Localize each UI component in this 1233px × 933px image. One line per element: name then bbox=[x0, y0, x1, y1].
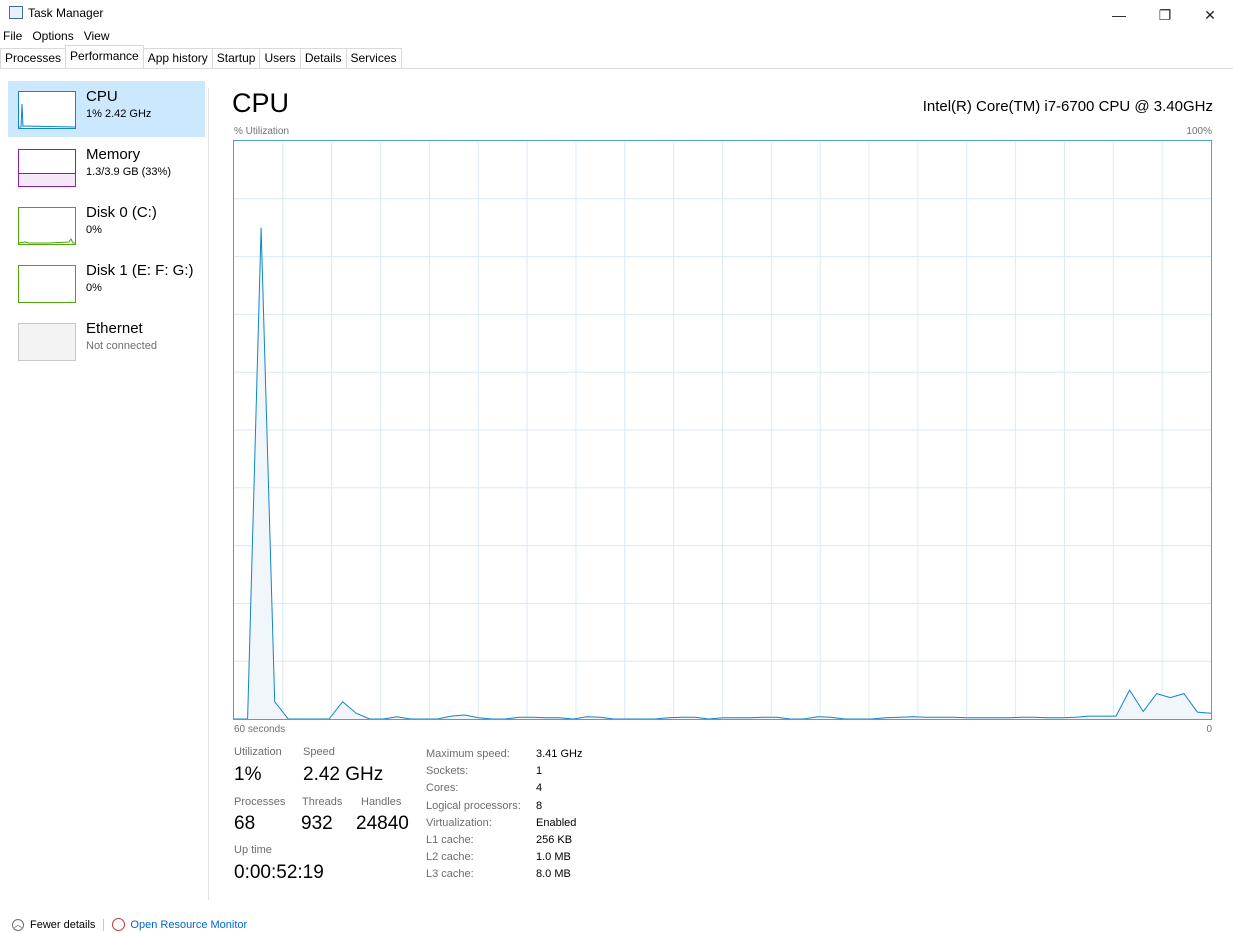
handles-value: 24840 bbox=[356, 813, 409, 834]
sidebar-item-title: Disk 0 (C:) bbox=[86, 204, 157, 221]
sidebar-item-subtitle: Not connected bbox=[86, 340, 157, 352]
footer-separator bbox=[103, 918, 105, 931]
tab-details[interactable]: Details bbox=[299, 48, 347, 68]
sidebar-item-cpu[interactable]: CPU 1% 2.42 GHz bbox=[8, 81, 205, 137]
menu-view[interactable]: View bbox=[84, 29, 110, 45]
disk0-thumbnail bbox=[18, 207, 76, 245]
minimize-button[interactable]: — bbox=[1096, 0, 1142, 30]
cpu-model-name: Intel(R) Core(TM) i7-6700 CPU @ 3.40GHz bbox=[922, 98, 1213, 115]
speed-value: 2.42 GHz bbox=[303, 764, 384, 785]
footer: ︿ Fewer details Open Resource Monitor bbox=[12, 918, 247, 931]
tab-app-history[interactable]: App history bbox=[142, 48, 213, 68]
window-title: Task Manager bbox=[28, 6, 104, 20]
threads-label: Threads bbox=[302, 796, 343, 808]
spec-label: Virtualization: bbox=[426, 816, 492, 829]
y-max-label: 100% bbox=[1186, 126, 1212, 137]
menu-options[interactable]: Options bbox=[32, 29, 73, 45]
x-axis-right-label: 0 bbox=[1206, 724, 1212, 735]
spec-value: 1 bbox=[536, 765, 543, 778]
spec-label: L2 cache: bbox=[426, 851, 474, 864]
resource-monitor-icon bbox=[112, 918, 126, 931]
sidebar-item-ethernet[interactable]: Ethernet Not connected bbox=[8, 313, 205, 369]
cpu-chart-svg bbox=[234, 141, 1211, 719]
spec-label: L3 cache: bbox=[426, 868, 474, 881]
spec-value: 256 KB bbox=[536, 834, 573, 847]
restore-button[interactable]: ❐ bbox=[1142, 0, 1188, 30]
tab-services[interactable]: Services bbox=[345, 48, 402, 68]
close-button[interactable]: ✕ bbox=[1187, 0, 1233, 30]
y-axis-label: % Utilization bbox=[234, 126, 290, 137]
processes-label: Processes bbox=[234, 796, 286, 808]
tab-strip: Processes Performance App history Startu… bbox=[0, 45, 402, 69]
cpu-specs-values: 3.41 GHz 1 4 8 Enabled 256 KB 1.0 MB 8.0… bbox=[536, 746, 582, 884]
spec-label: L1 cache: bbox=[426, 834, 474, 847]
sidebar-item-title: Memory bbox=[86, 146, 141, 163]
open-resource-monitor-link[interactable]: Open Resource Monitor bbox=[130, 919, 247, 931]
utilization-value: 1% bbox=[234, 764, 262, 785]
spec-value: 8.0 MB bbox=[536, 868, 571, 881]
sidebar-item-disk0[interactable]: Disk 0 (C:) 0% bbox=[8, 197, 205, 253]
utilization-label: Utilization bbox=[234, 746, 282, 758]
cpu-thumbnail bbox=[18, 91, 76, 129]
tab-divider bbox=[0, 68, 1233, 69]
sidebar-item-title: Disk 1 (E: F: G:) bbox=[86, 262, 194, 279]
cpu-specs-labels: Maximum speed: Sockets: Cores: Logical p… bbox=[426, 746, 521, 884]
spec-label: Maximum speed: bbox=[426, 748, 510, 760]
spec-value: 3.41 GHz bbox=[536, 748, 583, 760]
handles-label: Handles bbox=[361, 796, 402, 808]
spec-label: Cores: bbox=[426, 782, 459, 795]
sidebar-item-subtitle: 0% bbox=[86, 282, 102, 294]
tab-users[interactable]: Users bbox=[259, 48, 301, 68]
fewer-details-button[interactable]: Fewer details bbox=[30, 919, 95, 931]
tab-startup[interactable]: Startup bbox=[211, 48, 261, 68]
memory-thumbnail bbox=[18, 149, 76, 187]
sidebar-item-disk1[interactable]: Disk 1 (E: F: G:) 0% bbox=[8, 255, 205, 311]
ethernet-thumbnail bbox=[18, 323, 76, 361]
sidebar-item-title: CPU bbox=[86, 88, 118, 105]
processes-value: 68 bbox=[234, 813, 256, 834]
cpu-utilization-graph bbox=[233, 140, 1212, 720]
x-axis-left-label: 60 seconds bbox=[234, 724, 286, 735]
spec-value: Enabled bbox=[536, 816, 577, 829]
page-title: CPU bbox=[232, 88, 290, 118]
uptime-label: Up time bbox=[234, 844, 272, 856]
sidebar-item-memory[interactable]: Memory 1.3/3.9 GB (33%) bbox=[8, 139, 205, 195]
sidebar-item-title: Ethernet bbox=[86, 320, 143, 337]
spec-label: Logical processors: bbox=[426, 799, 521, 812]
threads-value: 932 bbox=[301, 813, 333, 834]
uptime-value: 0:00:52:19 bbox=[234, 862, 324, 883]
menu-file[interactable]: File bbox=[3, 29, 22, 45]
spec-value: 1.0 MB bbox=[536, 851, 571, 864]
spec-value: 4 bbox=[536, 782, 543, 795]
tab-processes[interactable]: Processes bbox=[0, 48, 67, 68]
task-manager-icon bbox=[9, 6, 23, 19]
sidebar-divider bbox=[208, 88, 209, 900]
sidebar-item-subtitle: 1.3/3.9 GB (33%) bbox=[86, 166, 171, 178]
speed-label: Speed bbox=[303, 746, 335, 758]
menu-bar: File Options View bbox=[0, 29, 110, 45]
spec-value: 8 bbox=[536, 799, 543, 812]
title-bar: Task Manager — ❐ ✕ bbox=[0, 0, 1233, 30]
sidebar-item-subtitle: 1% 2.42 GHz bbox=[86, 108, 152, 120]
disk1-thumbnail bbox=[18, 265, 76, 303]
spec-label: Sockets: bbox=[426, 765, 469, 778]
sidebar-item-subtitle: 0% bbox=[86, 224, 102, 236]
tab-performance[interactable]: Performance bbox=[65, 45, 144, 69]
chevron-up-icon[interactable]: ︿ bbox=[12, 918, 24, 931]
